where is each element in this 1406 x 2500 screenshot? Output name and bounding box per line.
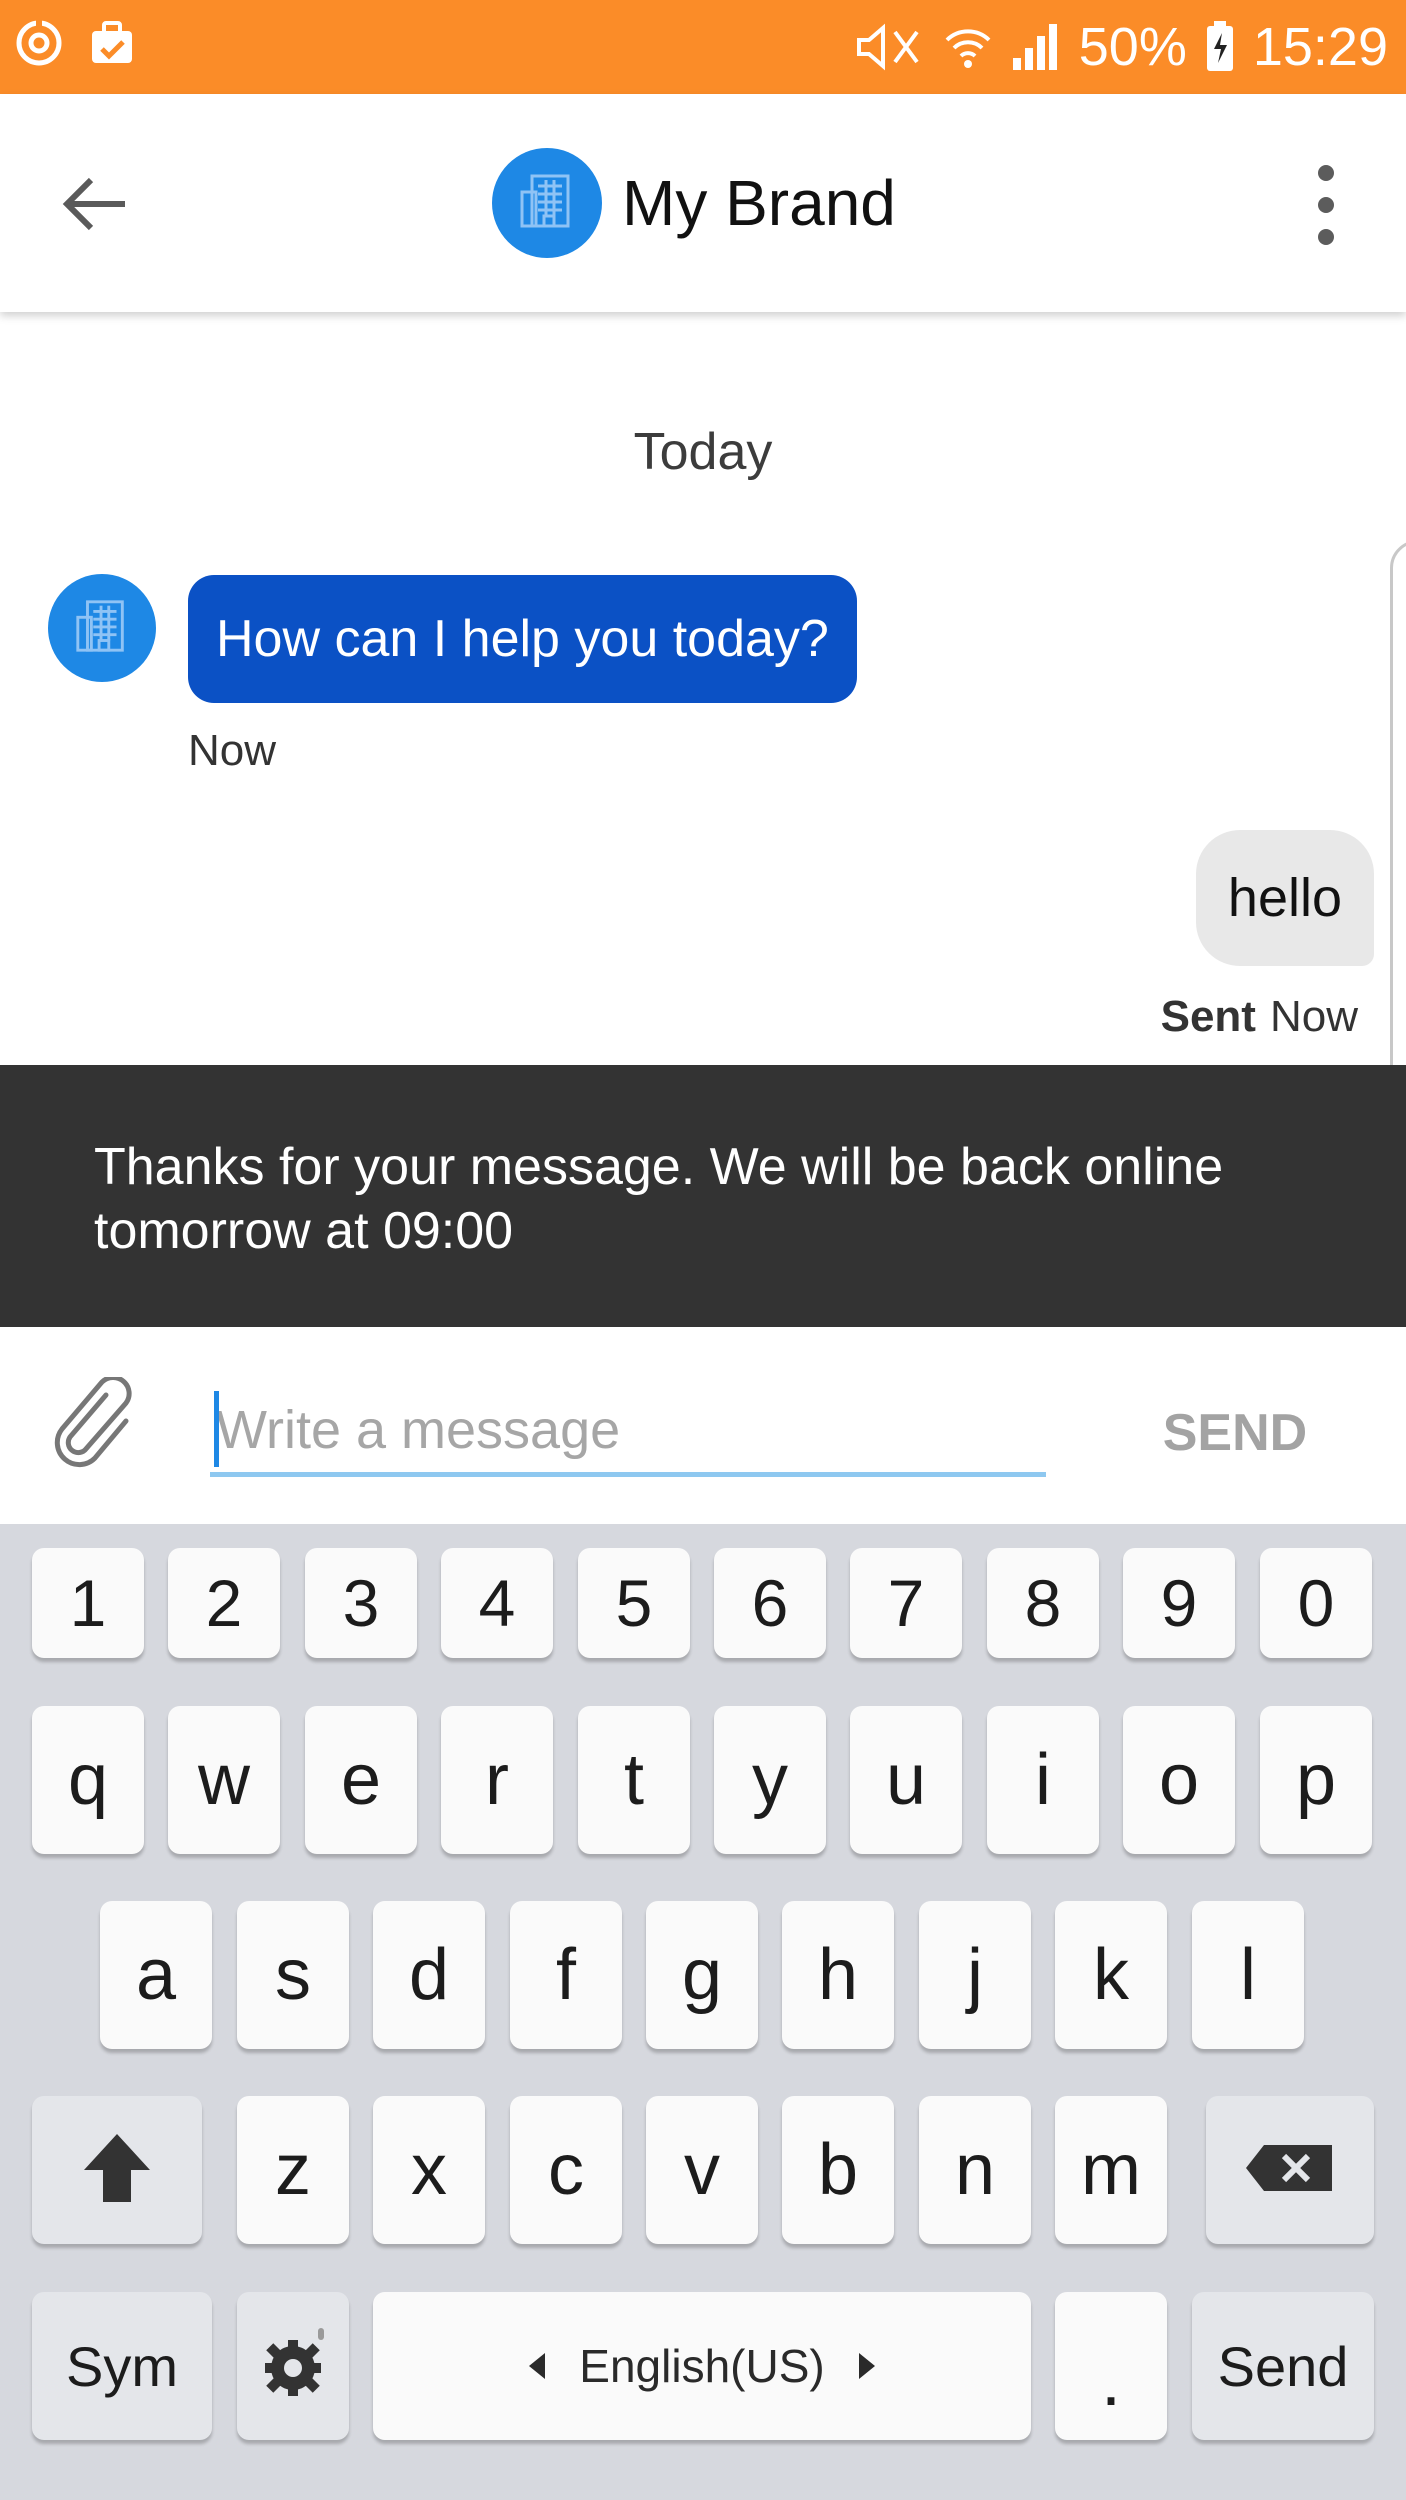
- brand-header: My Brand: [492, 148, 896, 258]
- message-input[interactable]: [210, 1387, 1046, 1477]
- mute-icon: [851, 22, 925, 72]
- key-5[interactable]: 5: [578, 1548, 690, 1658]
- key-j[interactable]: j: [919, 1901, 1031, 2049]
- status-bar: 50% 15:29: [0, 0, 1406, 94]
- period-key[interactable]: .: [1055, 2292, 1167, 2440]
- page-title: My Brand: [622, 167, 896, 239]
- more-vertical-icon: [1318, 229, 1334, 245]
- key-0[interactable]: 0: [1260, 1548, 1372, 1658]
- key-l[interactable]: l: [1192, 1901, 1304, 2049]
- shift-arrow-icon: [82, 2132, 152, 2209]
- offline-banner: Thanks for your message. We will be back…: [0, 1065, 1406, 1327]
- app-bar: My Brand: [0, 94, 1406, 312]
- attach-button[interactable]: [46, 1374, 146, 1478]
- incoming-message-time: Now: [188, 726, 277, 775]
- key-c[interactable]: c: [510, 2096, 622, 2244]
- key-m[interactable]: m: [1055, 2096, 1167, 2244]
- key-x[interactable]: x: [373, 2096, 485, 2244]
- key-8[interactable]: 8: [987, 1548, 1099, 1658]
- key-a[interactable]: a: [100, 1901, 212, 2049]
- key-f[interactable]: f: [510, 1901, 622, 2049]
- wifi-icon: [943, 22, 993, 72]
- more-vertical-icon: [1318, 197, 1334, 213]
- key-e[interactable]: e: [305, 1706, 417, 1854]
- key-o[interactable]: o: [1123, 1706, 1235, 1854]
- backspace-key[interactable]: [1206, 2096, 1374, 2244]
- key-u[interactable]: u: [850, 1706, 962, 1854]
- message-composer: SEND: [0, 1327, 1406, 1524]
- sync-icon: [14, 18, 64, 73]
- key-h[interactable]: h: [782, 1901, 894, 2049]
- chevron-left-icon: [529, 2353, 546, 2379]
- building-icon: [516, 170, 578, 237]
- battery-percent: 50%: [1078, 17, 1187, 77]
- signal-icon: [1011, 24, 1061, 70]
- arrow-back-icon: [59, 174, 129, 239]
- key-4[interactable]: 4: [441, 1548, 553, 1658]
- key-2[interactable]: 2: [168, 1548, 280, 1658]
- gear-icon: [255, 2326, 331, 2407]
- key-1[interactable]: 1: [32, 1548, 144, 1658]
- offline-banner-text: Thanks for your message. We will be back…: [94, 1138, 1224, 1260]
- send-button[interactable]: SEND: [1140, 1387, 1330, 1479]
- backspace-icon: [1244, 2143, 1336, 2198]
- more-options-button[interactable]: [1296, 160, 1356, 250]
- paperclip-icon: [48, 1374, 144, 1478]
- brand-avatar: [492, 148, 602, 258]
- text-cursor: [214, 1391, 219, 1467]
- date-separator: Today: [633, 423, 773, 481]
- outgoing-message-bubble[interactable]: hello: [1195, 830, 1374, 966]
- settings-key[interactable]: [237, 2292, 349, 2440]
- back-button[interactable]: [46, 158, 142, 254]
- clipboard-icon: [88, 19, 136, 72]
- key-t[interactable]: t: [578, 1706, 690, 1854]
- space-key[interactable]: English(US): [373, 2292, 1031, 2440]
- sym-key[interactable]: Sym: [32, 2292, 212, 2440]
- key-z[interactable]: z: [237, 2096, 349, 2244]
- key-q[interactable]: q: [32, 1706, 144, 1854]
- key-b[interactable]: b: [782, 2096, 894, 2244]
- shift-key[interactable]: [32, 2096, 202, 2244]
- more-vertical-icon: [1318, 165, 1334, 181]
- key-d[interactable]: d: [373, 1901, 485, 2049]
- key-k[interactable]: k: [1055, 1901, 1167, 2049]
- outgoing-message-time: Now: [1269, 992, 1358, 1041]
- key-9[interactable]: 9: [1123, 1548, 1235, 1658]
- key-w[interactable]: w: [168, 1706, 280, 1854]
- key-i[interactable]: i: [987, 1706, 1099, 1854]
- on-screen-keyboard: 1 2 3 4 5 6 7 8 9 0 q w e r t y u i o p …: [0, 1524, 1406, 2500]
- chevron-right-icon: [858, 2353, 875, 2379]
- key-s[interactable]: s: [237, 1901, 349, 2049]
- key-p[interactable]: p: [1260, 1706, 1372, 1854]
- key-3[interactable]: 3: [305, 1548, 417, 1658]
- keyboard-send-key[interactable]: Send: [1192, 2292, 1374, 2440]
- conversation-view[interactable]: Today How can I help you today? Now hell…: [0, 312, 1406, 1065]
- clock: 15:29: [1252, 17, 1388, 77]
- key-y[interactable]: y: [714, 1706, 826, 1854]
- outgoing-message-meta: Sent Now: [1161, 992, 1358, 1042]
- incoming-message-bubble[interactable]: How can I help you today?: [188, 575, 857, 703]
- key-v[interactable]: v: [646, 2096, 758, 2244]
- key-r[interactable]: r: [441, 1706, 553, 1854]
- key-6[interactable]: 6: [714, 1548, 826, 1658]
- key-g[interactable]: g: [646, 1901, 758, 2049]
- scroll-edge-indicator: [1390, 540, 1406, 1065]
- key-n[interactable]: n: [919, 2096, 1031, 2244]
- message-status: Sent: [1160, 992, 1256, 1041]
- battery-charging-icon: [1205, 21, 1235, 73]
- building-icon: [72, 596, 132, 661]
- agent-avatar: [48, 574, 156, 682]
- key-7[interactable]: 7: [850, 1548, 962, 1658]
